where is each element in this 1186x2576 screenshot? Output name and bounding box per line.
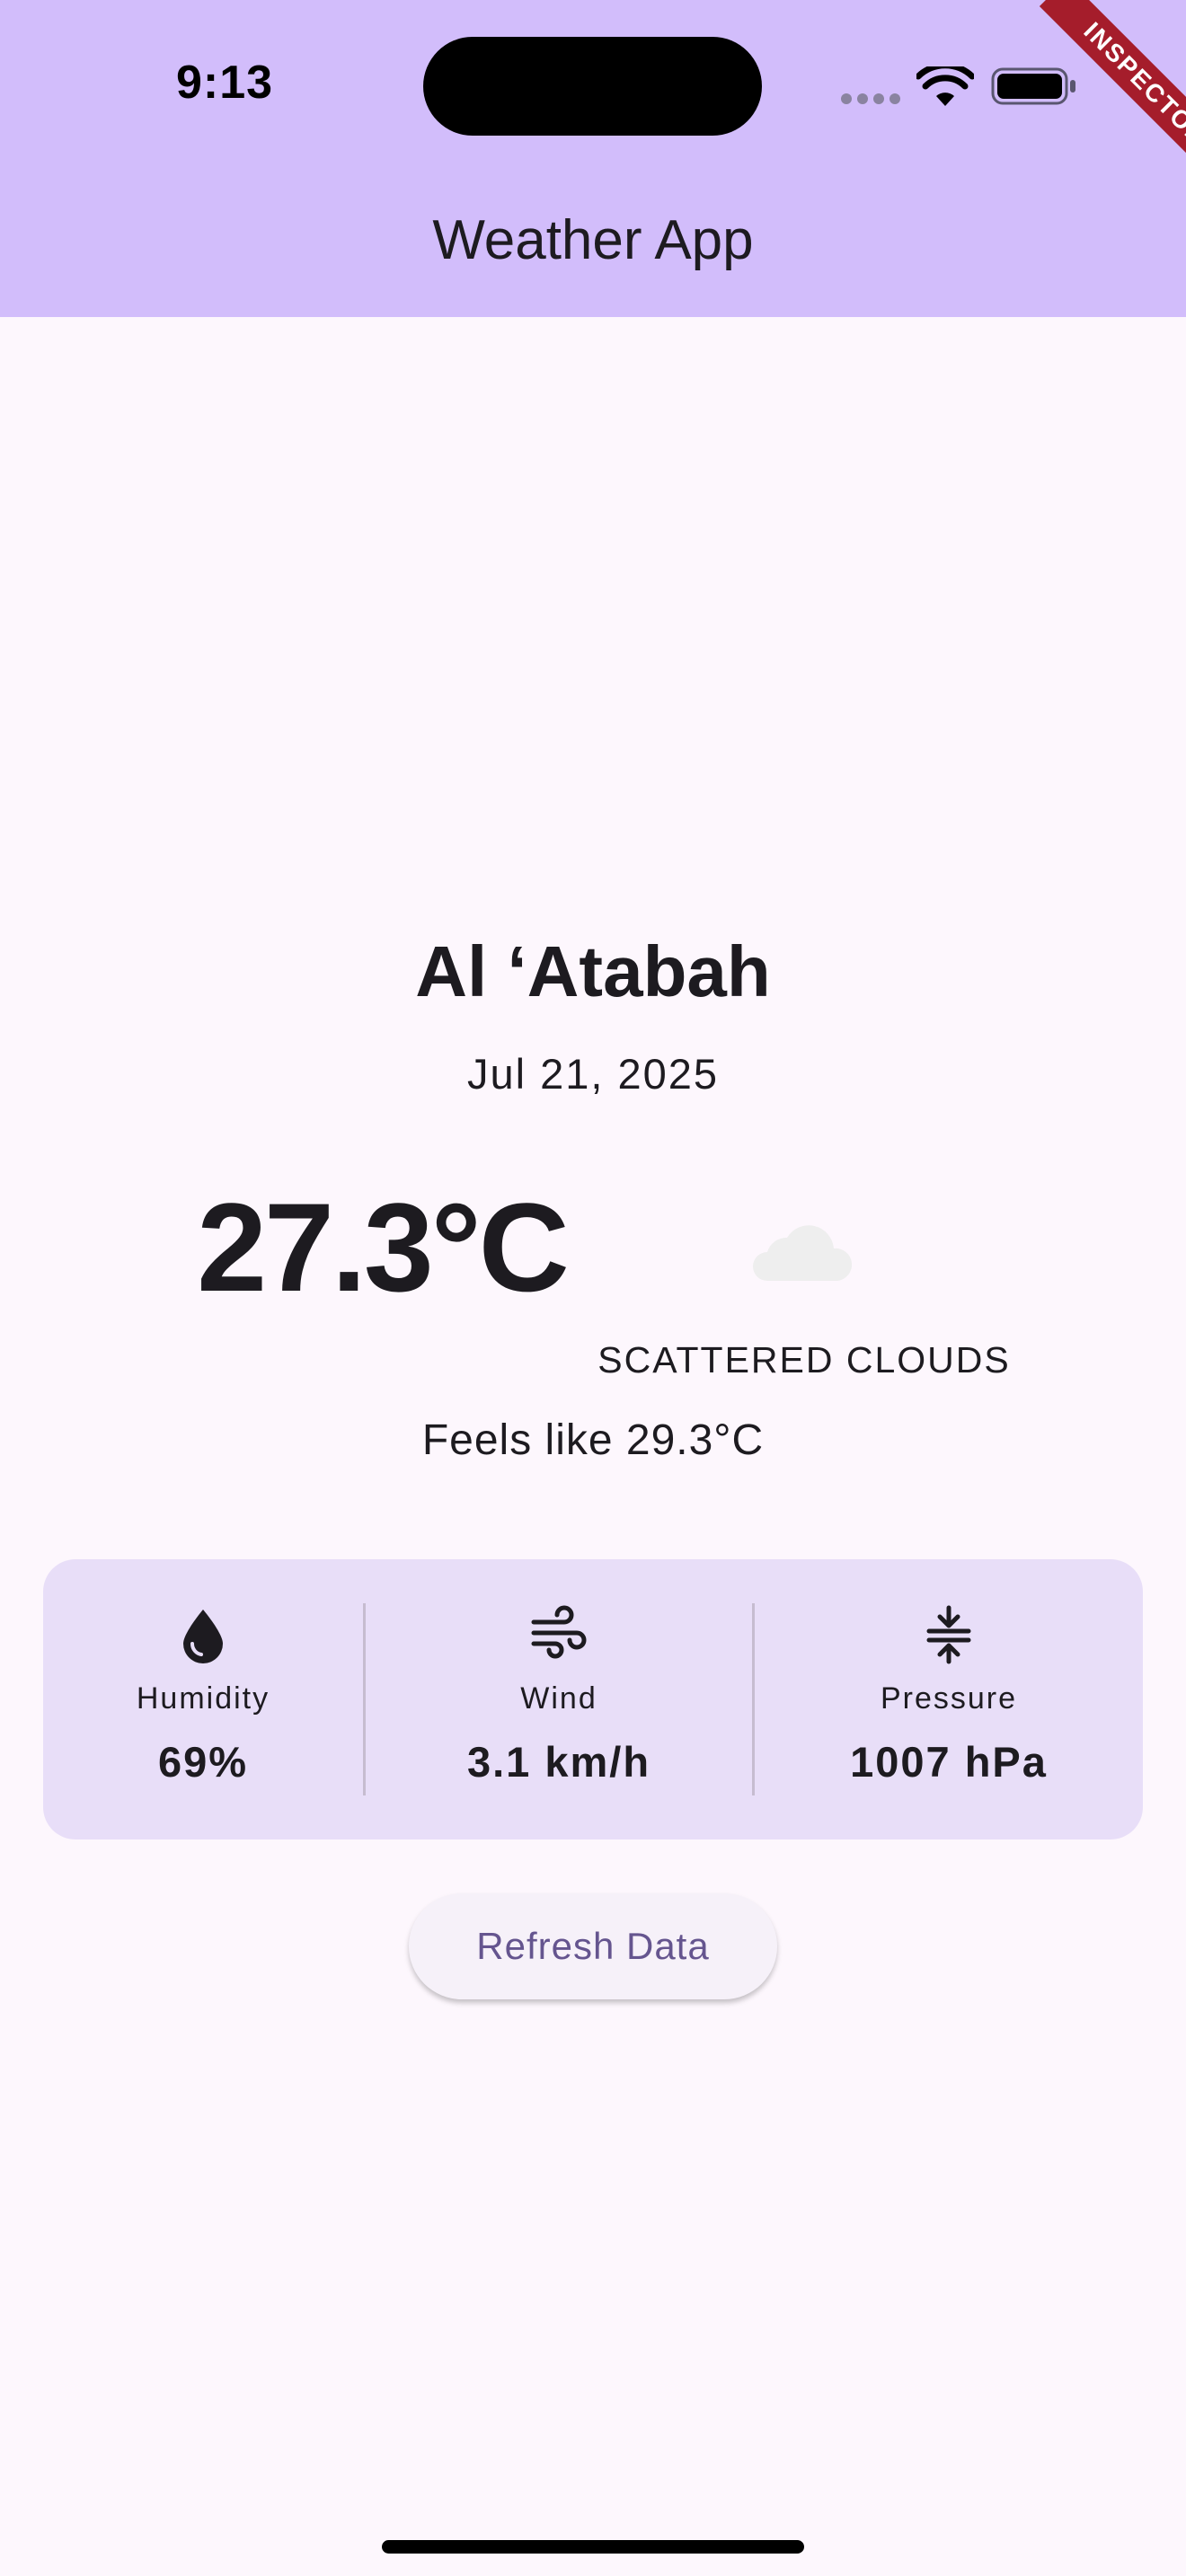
wind-value: 3.1 km/h [466,1738,651,1786]
feels-like-temperature: Feels like 29.3°C [421,1416,765,1464]
home-indicator[interactable] [382,2540,804,2554]
forecast-date: Jul 21, 2025 [466,1050,720,1098]
humidity-stat: Humidity 69% [43,1559,363,1839]
wind-icon [531,1605,587,1659]
water-drop-icon [183,1610,223,1663]
dynamic-island [423,37,762,136]
weather-condition: SCATTERED CLOUDS [597,1339,1011,1381]
current-temperature: 27.3°C [197,1177,570,1318]
city-name: Al ‘Atabah [415,931,771,1011]
wifi-icon [916,66,974,106]
status-bar-time: 9:13 [176,57,274,109]
pressure-value: 1007 hPa [850,1738,1048,1786]
refresh-data-button[interactable]: Refresh Data [409,1893,777,1999]
weather-stats-card: Humidity 69% Wind 3.1 km/h Pressure 1007… [43,1559,1143,1839]
wind-label: Wind [520,1681,597,1716]
debug-banner-label: INSPECTOR [1039,0,1186,191]
pressure-label: Pressure [880,1681,1018,1716]
app-bar: 9:13 INSPECTOR Weather App [0,0,1186,317]
humidity-value: 69% [157,1738,249,1786]
debug-banner: INSPECTOR [988,0,1186,198]
wind-stat: Wind 3.1 km/h [366,1559,752,1839]
pressure-stat: Pressure 1007 hPa [755,1559,1143,1839]
pressure-icon [926,1605,971,1664]
humidity-label: Humidity [136,1681,270,1716]
page-title: Weather App [432,209,754,271]
cloud-icon [753,1225,852,1281]
cellular-signal-icon [841,93,900,104]
